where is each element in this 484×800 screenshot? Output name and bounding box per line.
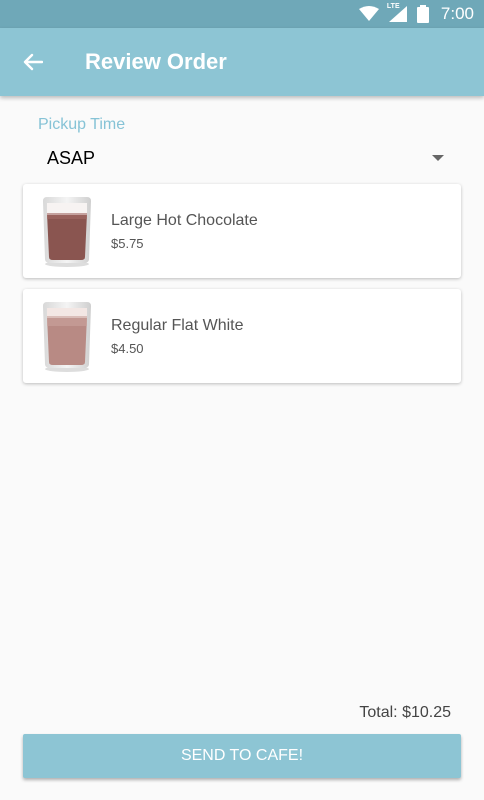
order-item-price: $5.75 [111,235,144,251]
order-item-card[interactable]: Large Hot Chocolate $5.75 [23,184,461,278]
order-item-name: Regular Flat White [111,316,244,334]
pickup-time-dropdown[interactable]: ASAP [38,140,456,176]
order-item-name: Large Hot Chocolate [111,211,258,229]
order-total: Total: $10.25 [359,704,451,721]
page-title: Review Order [85,49,227,74]
network-label: LTE [386,3,400,10]
status-time: 7:00 [440,4,474,23]
arrow-left-icon [23,53,43,71]
order-item-info: Regular Flat White $4.50 [111,317,244,356]
back-button[interactable] [0,28,66,96]
status-bar: LTE 7:00 [0,0,484,28]
lte-signal-icon: LTE [386,3,409,23]
app-bar: Review Order [0,28,484,96]
order-item-price: $4.50 [111,340,144,356]
order-item-info: Large Hot Chocolate $5.75 [111,212,258,251]
pickup-time-value: ASAP [47,147,96,168]
dropdown-caret-icon [432,155,444,161]
send-to-cafe-button[interactable]: SEND TO CAFE! [23,734,461,778]
wifi-icon [358,6,379,21]
flat-white-cup-icon [43,302,91,372]
hot-chocolate-cup-icon [43,197,91,267]
battery-icon [416,5,429,23]
order-item-card[interactable]: Regular Flat White $4.50 [23,289,461,383]
pickup-time-label: Pickup Time [38,116,126,133]
